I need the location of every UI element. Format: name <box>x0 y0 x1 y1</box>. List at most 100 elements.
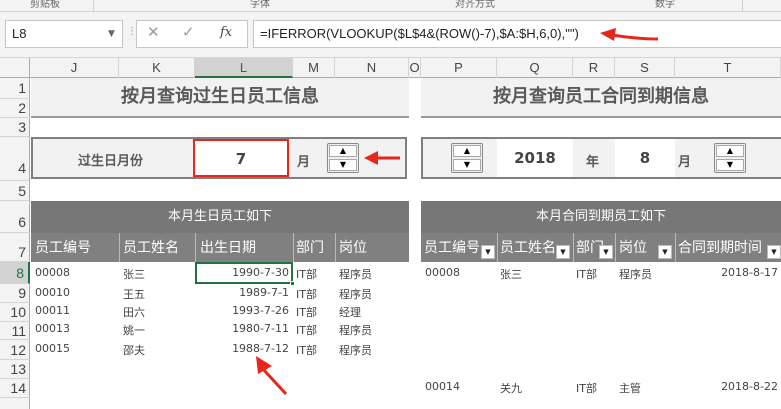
cancel-icon[interactable]: ✕ <box>147 23 160 41</box>
birthday-cell-id[interactable]: 00008 <box>35 266 70 279</box>
contract-cell-id[interactable]: 00014 <box>425 380 460 393</box>
name-box-dropdown-icon[interactable]: ▼ <box>108 29 115 39</box>
formula-input[interactable]: =IFERROR(VLOOKUP($L$4&(ROW()-7),$A:$H,6,… <box>253 20 781 48</box>
birthday-cell-id[interactable]: 00015 <box>35 342 70 355</box>
name-box[interactable]: L8 <box>5 20 123 48</box>
header-separator <box>195 233 196 262</box>
birthday-month-spinner[interactable]: ▲ ▼ <box>327 143 359 173</box>
ribbon-separator <box>93 0 94 11</box>
row-header-11[interactable]: 11 <box>0 322 30 340</box>
birthday-cell-id[interactable]: 00013 <box>35 322 70 335</box>
birthday-cell-birthdate[interactable]: 1993-7-26 <box>195 304 289 317</box>
birthday-cell-position[interactable]: 程序员 <box>339 286 372 302</box>
birthday-cell-name[interactable]: 王五 <box>123 286 145 302</box>
birthday-cell-name[interactable]: 邵夫 <box>123 342 145 358</box>
contract-cell-id[interactable]: 00008 <box>425 266 460 279</box>
header-separator <box>615 233 616 262</box>
birthday-cell-dept[interactable]: IT部 <box>296 304 317 320</box>
spinner-down-icon[interactable]: ▼ <box>453 159 481 171</box>
birthday-cell-position[interactable]: 程序员 <box>339 322 372 338</box>
contract-cell-dept[interactable]: IT部 <box>576 380 597 396</box>
column-header-t[interactable]: T <box>675 58 781 78</box>
birthday-cell-birthdate[interactable]: 1989-7-1 <box>195 286 289 299</box>
column-header-l[interactable]: L <box>195 58 293 78</box>
contract-month-spinner[interactable]: ▲ ▼ <box>714 143 746 173</box>
contract-cell-expiry[interactable]: 2018-8-17 <box>675 266 778 279</box>
column-header-q[interactable]: Q <box>497 58 573 78</box>
birthday-cell-name[interactable]: 田六 <box>123 304 145 320</box>
birthday-cell-birthdate[interactable]: 1980-7-11 <box>195 322 289 335</box>
spinner-up-icon[interactable]: ▲ <box>716 145 744 157</box>
red-arrow-annotation <box>256 356 288 396</box>
column-header-m[interactable]: M <box>293 58 335 78</box>
birthday-cell-dept[interactable]: IT部 <box>296 322 317 338</box>
red-arrow-annotation <box>600 28 659 41</box>
contract-cell-dept[interactable]: IT部 <box>576 266 597 282</box>
contract-cell-position[interactable]: 主管 <box>619 380 641 396</box>
row-header-6[interactable]: 6 <box>0 201 30 233</box>
filter-dropdown-icon[interactable]: ▼ <box>599 245 613 259</box>
contract-cell-name[interactable]: 关九 <box>500 380 522 396</box>
row-header-9[interactable]: 9 <box>0 284 30 303</box>
row-header-7[interactable]: 7 <box>0 233 30 262</box>
column-header-o[interactable]: O <box>409 58 421 78</box>
birthday-banner: 本月生日员工如下 <box>31 201 409 233</box>
birthday-month-value[interactable]: 7 <box>193 139 289 177</box>
fill-handle[interactable] <box>290 281 295 286</box>
column-header-k[interactable]: K <box>119 58 195 78</box>
contract-cell-name[interactable]: 张三 <box>500 266 522 282</box>
column-header-r[interactable]: R <box>573 58 615 78</box>
column-header-s[interactable]: S <box>615 58 675 78</box>
ribbon-group-number[interactable]: 数字 <box>655 0 675 10</box>
contract-year-value[interactable]: 2018 <box>497 139 573 177</box>
birthday-cell-dept[interactable]: IT部 <box>296 342 317 358</box>
birthday-cell-position[interactable]: 程序员 <box>339 266 372 282</box>
birthday-cell-id[interactable]: 00011 <box>35 304 70 317</box>
ribbon-group-clipboard[interactable]: 剪贴板 <box>30 0 60 10</box>
birthday-cell-name[interactable]: 姚一 <box>123 322 145 338</box>
spinner-down-icon[interactable]: ▼ <box>716 159 744 171</box>
ribbon-group-font[interactable]: 字体 <box>250 0 270 10</box>
column-header-bar: J K L M N O P Q R S T <box>0 57 781 78</box>
filter-dropdown-icon[interactable]: ▼ <box>481 245 495 259</box>
filter-dropdown-icon[interactable]: ▼ <box>658 245 672 259</box>
birthday-cell-position[interactable]: 经理 <box>339 304 361 320</box>
contract-month-value[interactable]: 8 <box>615 139 675 177</box>
insert-function-icon[interactable]: fx <box>220 25 232 40</box>
column-header-p[interactable]: P <box>421 58 497 78</box>
spinner-up-icon[interactable]: ▲ <box>453 145 481 157</box>
row-header-8[interactable]: 8 <box>0 262 30 284</box>
select-all-corner[interactable] <box>0 58 30 78</box>
contract-year-spinner[interactable]: ▲ ▼ <box>451 143 483 173</box>
header-separator <box>573 233 574 262</box>
filter-dropdown-icon[interactable]: ▼ <box>556 245 570 259</box>
row-header-4[interactable]: 4 <box>0 137 30 181</box>
filter-dropdown-icon[interactable]: ▼ <box>767 245 781 259</box>
row-header-5[interactable]: 5 <box>0 181 30 201</box>
contract-cell-position[interactable]: 程序员 <box>619 266 652 282</box>
row-header-1[interactable]: 1 <box>0 78 30 99</box>
row-header-3[interactable]: 3 <box>0 118 30 137</box>
row-header-14[interactable]: 14 <box>0 379 30 398</box>
ribbon-separator <box>742 0 743 11</box>
birthday-cell-id[interactable]: 00010 <box>35 286 70 299</box>
birthday-header-id: 员工编号 <box>35 240 91 256</box>
active-cell-l8[interactable] <box>195 262 293 284</box>
birthday-cell-dept[interactable]: IT部 <box>296 286 317 302</box>
spinner-up-icon[interactable]: ▲ <box>329 145 357 157</box>
birthday-cell-name[interactable]: 张三 <box>123 266 145 282</box>
birthday-title: 按月查询过生日员工信息 <box>31 78 409 118</box>
enter-icon[interactable]: ✓ <box>182 23 195 41</box>
column-header-j[interactable]: J <box>30 58 119 78</box>
spinner-down-icon[interactable]: ▼ <box>329 159 357 171</box>
contract-year-unit: 年 <box>586 155 600 170</box>
row-header-13[interactable]: 13 <box>0 360 30 379</box>
ribbon-group-alignment[interactable]: 对齐方式 <box>455 0 495 10</box>
row-header-12[interactable]: 12 <box>0 340 30 360</box>
row-header-2[interactable]: 2 <box>0 99 30 118</box>
row-header-10[interactable]: 10 <box>0 303 30 322</box>
birthday-cell-dept[interactable]: IT部 <box>296 266 317 282</box>
column-header-n[interactable]: N <box>335 58 409 78</box>
contract-cell-expiry[interactable]: 2018-8-22 <box>675 380 778 393</box>
birthday-cell-position[interactable]: 程序员 <box>339 342 372 358</box>
